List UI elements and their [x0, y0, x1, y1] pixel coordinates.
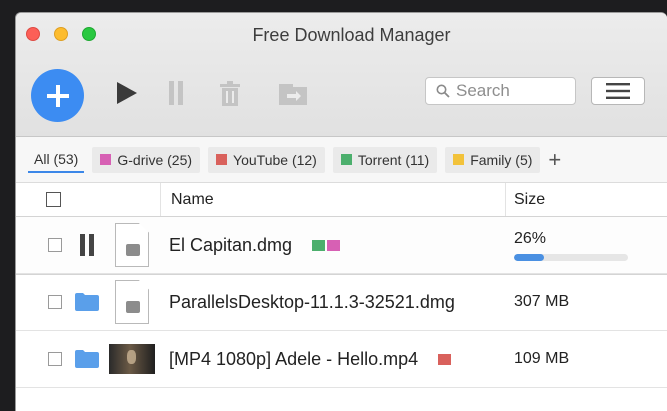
row-name-cell: ParallelsDesktop-11.1.3-32521.dmg	[161, 292, 506, 313]
row-status-cell	[71, 234, 103, 256]
add-download-button[interactable]	[31, 69, 84, 122]
tag-color-swatch	[340, 154, 352, 165]
row-size-cell: 26%	[506, 230, 667, 261]
search-input[interactable]	[456, 81, 566, 101]
tag-color-swatch	[453, 154, 465, 165]
select-all-checkbox[interactable]	[46, 192, 61, 207]
tag-label: Family (5)	[470, 151, 533, 168]
tag-label: YouTube (12)	[233, 151, 317, 168]
row-checkbox[interactable]	[48, 352, 62, 366]
pause-icon[interactable]	[79, 234, 95, 256]
folder-icon[interactable]	[75, 293, 99, 311]
app-window: Free Download Manager Search All (53) G-…	[15, 12, 667, 411]
progress-bar	[514, 253, 628, 261]
tag-filter-bar: All (53) G-drive (25) YouTube (12) Torre…	[16, 137, 667, 183]
tag-youtube[interactable]: YouTube (12)	[208, 146, 325, 173]
tag-label: Torrent (11)	[357, 151, 430, 168]
tag-g-drive[interactable]: G-drive (25)	[92, 146, 201, 173]
row-checkbox[interactable]	[48, 295, 62, 309]
tag-label: G-drive (25)	[117, 151, 193, 168]
file-size: 109 MB	[514, 350, 570, 367]
tag-all[interactable]: All (53)	[28, 147, 85, 173]
table-row[interactable]: [MP4 1080p] Adele - Hello.mp4 109 MB	[16, 331, 667, 388]
file-name: [MP4 1080p] Adele - Hello.mp4	[169, 348, 419, 369]
tag-torrent[interactable]: Torrent (11)	[332, 146, 438, 173]
row-check-cell	[16, 238, 71, 252]
row-tags	[438, 353, 452, 365]
hamburger-icon	[606, 83, 630, 99]
search-icon	[436, 84, 450, 98]
tag-color-dot	[438, 353, 452, 365]
progress-percent: 26%	[514, 229, 547, 247]
tag-label: All (53)	[34, 150, 79, 167]
menu-button[interactable]	[591, 77, 645, 105]
folder-icon[interactable]	[75, 350, 99, 368]
progress-fill	[514, 253, 544, 261]
file-size: 307 MB	[514, 293, 570, 310]
dmg-file-icon	[115, 280, 149, 324]
column-header-name[interactable]: Name	[161, 183, 506, 216]
file-name: El Capitan.dmg	[169, 234, 293, 255]
row-check-cell	[16, 295, 71, 309]
move-to-folder-icon[interactable]	[278, 81, 308, 105]
table-row[interactable]: ParallelsDesktop-11.1.3-32521.dmg 307 MB	[16, 274, 667, 331]
play-icon[interactable]	[116, 81, 138, 105]
video-thumbnail	[109, 344, 155, 374]
row-status-cell	[71, 293, 103, 311]
table-row[interactable]: El Capitan.dmg 26%	[16, 216, 667, 275]
toolbar-area: Free Download Manager	[16, 13, 667, 137]
row-checkbox[interactable]	[48, 238, 62, 252]
trash-icon[interactable]	[219, 81, 241, 106]
tag-color-dot	[327, 239, 341, 251]
tag-color-swatch	[216, 154, 228, 165]
window-title: Free Download Manager	[252, 25, 451, 45]
row-thumb-cell	[103, 223, 161, 267]
row-status-cell	[71, 350, 103, 368]
search-field[interactable]	[425, 77, 576, 105]
tag-color-swatch	[100, 154, 112, 165]
dmg-file-icon	[115, 223, 149, 267]
header-check-cell	[16, 183, 161, 216]
tag-color-dot	[312, 239, 326, 251]
add-tag-button[interactable]: +	[548, 148, 561, 171]
column-header-size[interactable]: Size	[506, 183, 667, 216]
row-size-cell: 109 MB	[506, 350, 667, 368]
table-header: Name Size	[16, 183, 667, 217]
row-thumb-cell	[103, 344, 161, 374]
row-thumb-cell	[103, 280, 161, 324]
downloads-table: Name Size El Capitan.dmg 26% ParallelsDe…	[16, 183, 667, 388]
pause-icon[interactable]	[166, 81, 186, 105]
row-name-cell: El Capitan.dmg	[161, 235, 506, 256]
row-size-cell: 307 MB	[506, 293, 667, 311]
tag-family[interactable]: Family (5)	[445, 146, 541, 173]
row-name-cell: [MP4 1080p] Adele - Hello.mp4	[161, 349, 506, 370]
row-check-cell	[16, 352, 71, 366]
file-name: ParallelsDesktop-11.1.3-32521.dmg	[169, 291, 455, 312]
row-tags	[312, 239, 341, 251]
plus-icon	[46, 84, 69, 107]
